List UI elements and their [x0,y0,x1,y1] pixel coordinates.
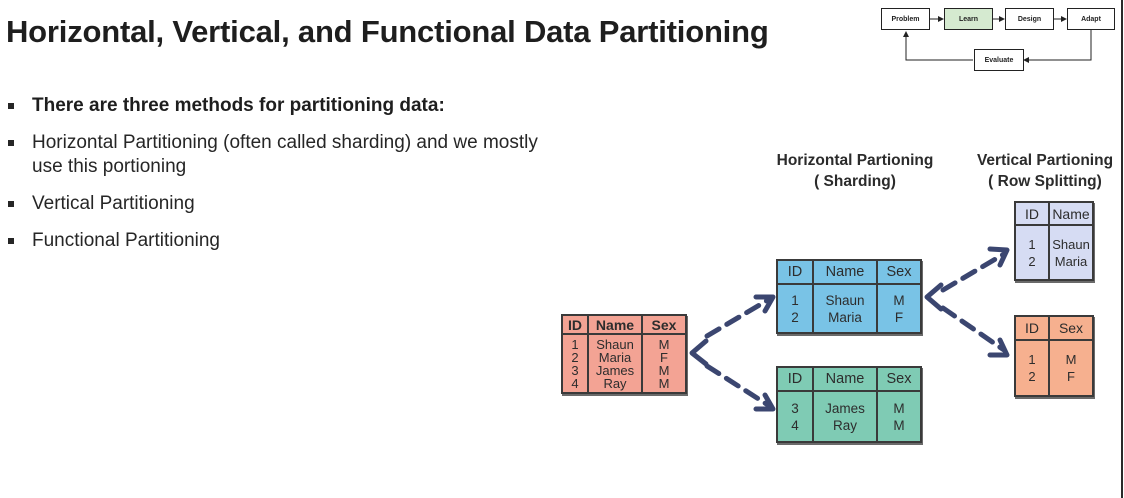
slide-edge-divider [1121,0,1123,498]
arrow-to-shard1 [704,297,771,339]
arrow-chevron-source [689,338,709,367]
partition-arrows [689,246,1010,412]
arrow-to-vert2 [940,305,1007,353]
arrow-to-shard2 [704,363,771,408]
arrow-chevron-shard1 [924,282,944,312]
arrow-to-vert1 [940,251,1007,293]
